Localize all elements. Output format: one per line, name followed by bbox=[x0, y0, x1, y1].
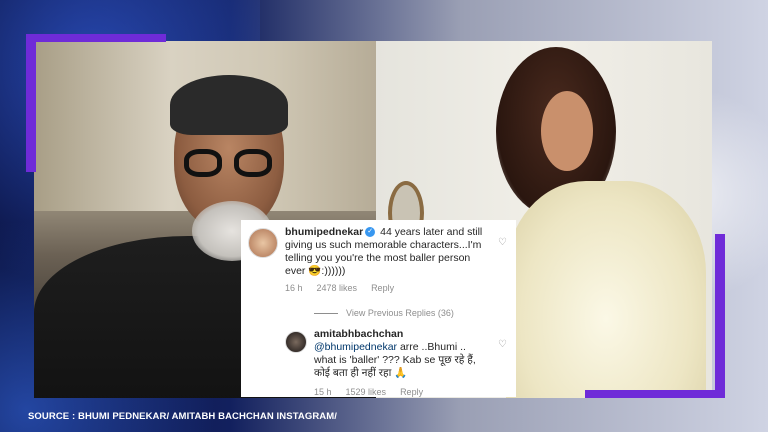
comment-username[interactable]: bhumipednekar bbox=[285, 226, 363, 238]
accent-bar-left bbox=[26, 34, 36, 172]
heart-icon[interactable]: ♡ bbox=[498, 238, 507, 248]
view-previous-replies-link[interactable]: View Previous Replies (36) bbox=[314, 308, 454, 318]
comment-body: bhumipednekar ✓ 44 years later and still … bbox=[285, 226, 490, 278]
accent-bar-bottom bbox=[585, 390, 725, 398]
avatar[interactable] bbox=[285, 331, 307, 353]
heart-icon[interactable]: ♡ bbox=[498, 340, 507, 350]
reply-likes[interactable]: 1529 likes bbox=[346, 387, 387, 397]
source-caption: SOURCE : BHUMI PEDNEKAR/ AMITABH BACHCHA… bbox=[28, 411, 338, 422]
reply-button[interactable]: Reply bbox=[371, 283, 394, 293]
reply-mention[interactable]: @bhumipednekar bbox=[314, 341, 397, 353]
replies-divider bbox=[314, 313, 338, 315]
reply-button[interactable]: Reply bbox=[400, 387, 423, 397]
photo-figure-face bbox=[541, 91, 593, 171]
photo-figure-dress bbox=[506, 181, 706, 398]
avatar[interactable] bbox=[248, 228, 278, 258]
photo-figure-hair bbox=[170, 75, 288, 135]
reply-body: amitabhbachchan @bhumipednekar arre ..Bh… bbox=[314, 328, 490, 380]
reply-time: 15 h bbox=[314, 387, 332, 397]
glasses-icon bbox=[184, 149, 278, 179]
view-replies-label: View Previous Replies (36) bbox=[346, 308, 454, 318]
verified-badge-icon: ✓ bbox=[365, 227, 376, 238]
accent-bar-right bbox=[715, 234, 725, 398]
comment-time: 16 h bbox=[285, 283, 303, 293]
accent-bar-top bbox=[26, 34, 166, 42]
reply-username[interactable]: amitabhbachchan bbox=[314, 328, 403, 340]
comment-likes[interactable]: 2478 likes bbox=[317, 283, 358, 293]
reply-meta: 15 h 1529 likes Reply bbox=[314, 387, 437, 397]
instagram-comment-panel: bhumipednekar ✓ 44 years later and still … bbox=[241, 220, 516, 397]
comment-meta: 16 h 2478 likes Reply bbox=[285, 283, 408, 293]
